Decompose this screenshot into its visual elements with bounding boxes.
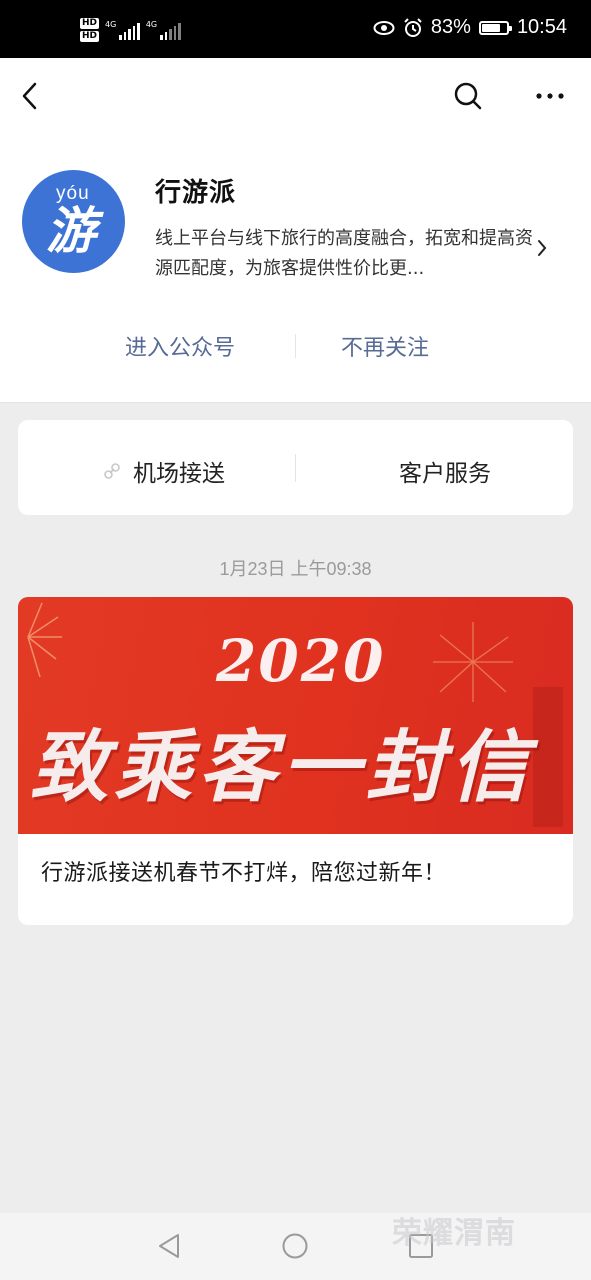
sim-label-2: 4G	[145, 20, 158, 29]
search-button[interactable]	[448, 78, 488, 114]
article-cover-image: 2020 致乘客一封信	[18, 597, 573, 834]
hd-badge-2: HD	[80, 31, 100, 42]
search-icon	[454, 82, 482, 110]
clock: 10:54	[516, 16, 567, 38]
menu-label: 机场接送	[133, 461, 225, 487]
status-left: HD HD 4G 4G	[80, 18, 181, 42]
action-divider	[295, 334, 296, 358]
more-button[interactable]	[530, 78, 570, 114]
signal-icon: 4G	[105, 20, 140, 40]
message-timestamp: 1月23日 上午09:38	[219, 559, 372, 579]
back-arrow-icon	[22, 82, 37, 110]
avatar-char: 游	[46, 202, 96, 260]
firework-icon	[27, 602, 62, 678]
sim-label-1: 4G	[105, 20, 117, 29]
nav-home-icon[interactable]	[280, 1231, 310, 1261]
battery-icon	[478, 20, 512, 35]
unfollow-button[interactable]: 不再关注	[341, 330, 429, 362]
cover-title: 致乘客一封信	[30, 722, 535, 813]
more-icon	[536, 93, 564, 99]
account-name: 行游派	[155, 178, 237, 208]
signal-icon-2: 4G	[146, 20, 181, 40]
article-title: 行游派接送机春节不打烊，陪您过新年！	[41, 861, 447, 886]
firework-icon-2	[433, 622, 513, 702]
menu-item-airport-transfer[interactable]: 机场接送	[103, 454, 225, 488]
cover-building	[533, 687, 563, 827]
nav-back-icon[interactable]	[154, 1231, 184, 1261]
enter-account-button[interactable]: 进入公众号	[125, 330, 235, 362]
cover-year: 2020	[216, 627, 386, 695]
hd-badges: HD HD	[80, 18, 100, 42]
eye-icon	[373, 20, 395, 35]
account-description[interactable]: 线上平台与线下旅行的高度融合，拓宽和提高资源匹配度，为旅客提供性价比更...	[155, 224, 535, 284]
menu-card: 机场接送 客户服务	[18, 420, 573, 515]
menu-divider	[295, 454, 296, 482]
back-button[interactable]	[10, 78, 50, 114]
hd-badge-1: HD	[80, 18, 100, 29]
menu-label: 客户服务	[399, 461, 491, 487]
mini-program-icon	[104, 463, 120, 479]
chevron-right-icon[interactable]	[536, 238, 548, 262]
status-right: 83% 10:54	[373, 16, 567, 39]
account-avatar[interactable]: yóu 游	[22, 170, 125, 273]
watermark-logo: 荣耀渭南	[392, 1216, 516, 1251]
article-card[interactable]: 2020 致乘客一封信 行游派接送机春节不打烊，陪您过新年！	[18, 597, 573, 925]
alarm-icon	[404, 17, 422, 37]
battery-percent: 83%	[430, 16, 471, 38]
status-bar: HD HD 4G 4G 83% 10:54	[0, 0, 591, 58]
menu-item-customer-service[interactable]: 客户服务	[399, 454, 491, 488]
